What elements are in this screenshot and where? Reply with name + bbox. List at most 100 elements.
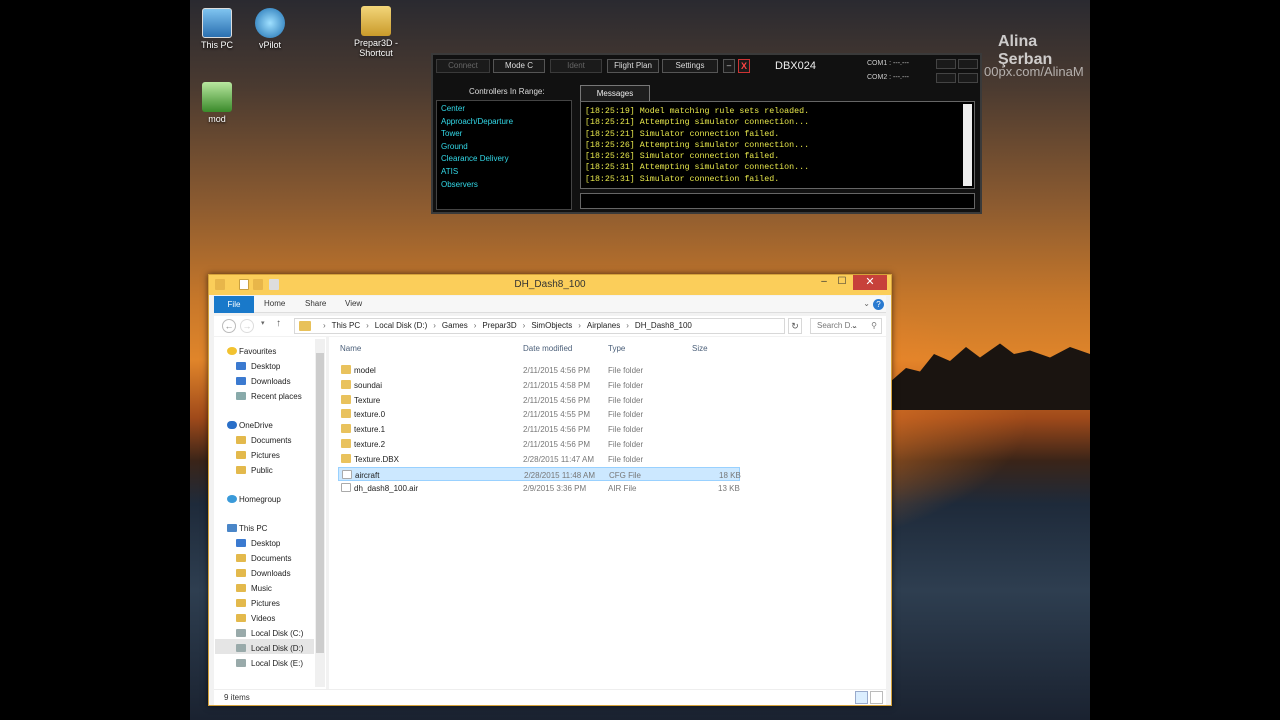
nav-item[interactable]: Music bbox=[251, 584, 272, 593]
table-row[interactable]: texture.2 2/11/2015 4:56 PM File folder bbox=[338, 437, 740, 451]
nav-item[interactable]: Desktop bbox=[251, 539, 280, 548]
nav-item[interactable]: Local Disk (E:) bbox=[251, 659, 303, 668]
close-button[interactable]: X bbox=[738, 59, 750, 73]
file-date: 2/9/2015 3:36 PM bbox=[523, 484, 587, 494]
folder-icon bbox=[236, 569, 246, 577]
desktop-icon-vpilot[interactable]: vPilot bbox=[240, 8, 300, 50]
monitor-icon bbox=[202, 8, 232, 38]
nav-item[interactable]: Downloads bbox=[251, 377, 291, 386]
nav-item[interactable]: Local Disk (C:) bbox=[251, 629, 303, 638]
up-arrow-icon[interactable]: ↑ bbox=[276, 318, 281, 329]
desktop-icon-mod[interactable]: mod bbox=[190, 82, 247, 124]
tab-messages[interactable]: Messages bbox=[580, 85, 650, 101]
back-button[interactable]: ← bbox=[222, 319, 236, 333]
refresh-button[interactable]: ↻ bbox=[788, 318, 802, 334]
controller-group[interactable]: Clearance Delivery bbox=[441, 153, 567, 166]
table-row[interactable]: texture.1 2/11/2015 4:56 PM File folder bbox=[338, 422, 740, 436]
file-size: 13 KB bbox=[718, 484, 740, 494]
nav-item[interactable]: Pictures bbox=[251, 599, 280, 608]
address-bar[interactable]: › This PC › Local Disk (D:) › Games › Prepar3D ›… bbox=[294, 318, 858, 334]
ident-button[interactable]: Ident bbox=[550, 59, 602, 73]
nav-item[interactable]: Downloads bbox=[251, 569, 291, 578]
nav-homegroup[interactable]: Homegroup bbox=[239, 495, 281, 504]
controller-group[interactable]: Ground bbox=[441, 141, 567, 154]
maximize-button[interactable]: ☐ bbox=[833, 276, 851, 289]
minimize-button[interactable]: – bbox=[723, 59, 735, 73]
controller-group[interactable]: Center bbox=[441, 103, 567, 116]
message-input[interactable] bbox=[580, 193, 975, 209]
file-type: File folder bbox=[608, 380, 644, 390]
controller-group[interactable]: ATIS bbox=[441, 166, 567, 179]
controller-group[interactable]: Approach/Departure bbox=[441, 116, 567, 129]
table-row[interactable]: model 2/11/2015 4:56 PM File folder bbox=[338, 363, 740, 377]
nav-item[interactable]: Documents bbox=[251, 436, 291, 445]
nav-scrollbar[interactable] bbox=[315, 339, 325, 687]
breadcrumb[interactable]: Airplanes bbox=[587, 321, 620, 330]
breadcrumb[interactable]: Games bbox=[442, 321, 468, 330]
help-icon[interactable]: ? bbox=[873, 299, 884, 310]
flight-plan-button[interactable]: Flight Plan bbox=[607, 59, 659, 73]
column-header-type[interactable]: Type bbox=[608, 344, 625, 353]
nav-item[interactable]: Videos bbox=[251, 614, 275, 623]
details-view-icon[interactable] bbox=[855, 691, 868, 704]
tab-home[interactable]: Home bbox=[264, 299, 285, 308]
nav-item[interactable]: Documents bbox=[251, 554, 291, 563]
table-row[interactable]: texture.0 2/11/2015 4:55 PM File folder bbox=[338, 407, 740, 421]
settings-button[interactable]: Settings bbox=[662, 59, 718, 73]
minimize-button[interactable]: – bbox=[815, 276, 833, 289]
breadcrumb[interactable]: Prepar3D bbox=[482, 321, 516, 330]
file-date: 2/11/2015 4:55 PM bbox=[523, 410, 591, 420]
tab-view[interactable]: View bbox=[345, 299, 362, 308]
nav-this-pc[interactable]: This PC bbox=[239, 524, 267, 533]
recent-locations-icon[interactable]: ▾ bbox=[261, 319, 265, 327]
controller-group[interactable]: Tower bbox=[441, 128, 567, 141]
breadcrumb[interactable]: DH_Dash8_100 bbox=[635, 321, 692, 330]
mode-c-button[interactable]: Mode C bbox=[493, 59, 545, 73]
table-row[interactable]: soundai 2/11/2015 4:58 PM File folder bbox=[338, 378, 740, 392]
connect-button[interactable]: Connect bbox=[436, 59, 490, 73]
controllers-list: Center Approach/Departure Tower Ground C… bbox=[436, 100, 572, 210]
search-input[interactable]: Search D... ⚲ bbox=[810, 318, 882, 334]
tab-file[interactable]: File bbox=[214, 296, 254, 313]
homegroup-icon bbox=[227, 495, 237, 503]
file-name: aircraft bbox=[355, 470, 380, 480]
nav-item[interactable]: Public bbox=[251, 466, 273, 475]
title-bar[interactable]: DH_Dash8_100 – ☐ ✕ bbox=[209, 275, 891, 295]
controller-group[interactable]: Observers bbox=[441, 179, 567, 192]
file-type: File folder bbox=[608, 440, 644, 449]
forward-button[interactable]: → bbox=[240, 319, 254, 333]
table-row[interactable]: aircraft 2/28/2015 11:48 AM CFG File 18 KB bbox=[338, 466, 741, 481]
folder-icon bbox=[341, 394, 351, 404]
drive-icon bbox=[236, 629, 246, 637]
column-header-name[interactable]: Name bbox=[340, 344, 361, 353]
close-button[interactable]: ✕ bbox=[853, 275, 887, 290]
nav-onedrive[interactable]: OneDrive bbox=[239, 421, 273, 430]
chevron-down-icon[interactable]: ⌄ bbox=[863, 299, 870, 308]
desktop-icon-this-pc[interactable]: This PC bbox=[190, 8, 247, 50]
ribbon-tabs: File Home Share View ⌄ ? bbox=[214, 296, 886, 313]
desktop-icon-label: mod bbox=[208, 114, 226, 124]
breadcrumb[interactable]: This PC bbox=[332, 321, 360, 330]
nav-scrollbar-thumb[interactable] bbox=[316, 353, 324, 653]
nav-favourites[interactable]: Favourites bbox=[239, 347, 276, 356]
tab-share[interactable]: Share bbox=[305, 299, 326, 308]
nav-item[interactable]: Desktop bbox=[251, 362, 280, 371]
table-row[interactable]: Texture.DBX 2/28/2015 11:47 AM File folder bbox=[338, 452, 740, 466]
large-icons-view-icon[interactable] bbox=[870, 691, 883, 704]
column-header-date[interactable]: Date modified bbox=[523, 344, 572, 353]
messages-scrollbar[interactable] bbox=[963, 104, 972, 186]
nav-item[interactable]: Local Disk (D:) bbox=[251, 644, 303, 653]
breadcrumb[interactable]: SimObjects bbox=[531, 321, 572, 330]
file-type: AIR File bbox=[608, 484, 637, 494]
table-row[interactable]: dh_dash8_100.air 2/9/2015 3:36 PM AIR File… bbox=[338, 481, 740, 495]
file-date: 2/11/2015 4:56 PM bbox=[523, 425, 591, 435]
breadcrumb[interactable]: Local Disk (D:) bbox=[375, 321, 427, 330]
message-line: [18:25:21] Attempting simulator connecti… bbox=[585, 118, 810, 128]
table-row[interactable]: Texture 2/11/2015 4:56 PM File folder bbox=[338, 393, 740, 407]
desktop-icon-prepar3d[interactable]: Prepar3D - Shortcut bbox=[346, 6, 406, 58]
nav-item[interactable]: Pictures bbox=[251, 451, 280, 460]
nav-item[interactable]: Recent places bbox=[251, 392, 302, 401]
column-header-size[interactable]: Size bbox=[692, 344, 708, 353]
desktop-icon bbox=[236, 362, 246, 370]
com1-frequency: COM1 : ---.--- bbox=[867, 60, 909, 67]
